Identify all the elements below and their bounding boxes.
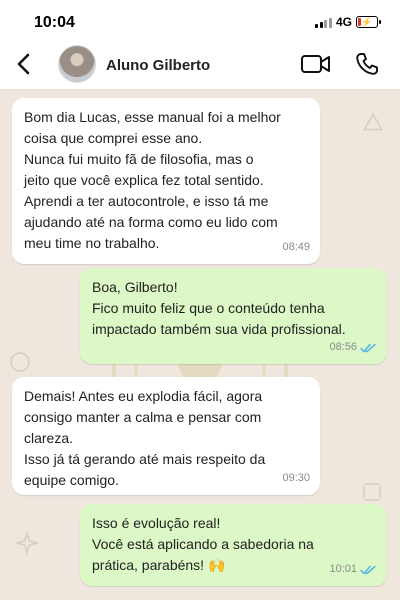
message-line: coisa que comprei esse ano. [24, 130, 203, 146]
message-line: Bom dia Lucas, esse manual foi a melhor [24, 109, 281, 125]
message-time: 09:30 [282, 472, 310, 484]
video-camera-icon[interactable] [300, 51, 332, 77]
message-line: equipe comigo. [24, 472, 119, 488]
message-line: ajudando até na forma como eu lido com [24, 214, 278, 230]
message-bubble-incoming[interactable]: Bom dia Lucas, esse manual foi a melhor … [12, 98, 320, 264]
message-line: meu time no trabalho. [24, 235, 160, 251]
message-line: Isso já tá gerando até mais respeito da [24, 451, 266, 467]
message-line: clareza. [24, 430, 74, 446]
doodle-icon [10, 352, 30, 372]
network-label: 4G [335, 15, 352, 29]
avatar[interactable] [58, 45, 96, 83]
charging-icon: ⚡ [361, 16, 373, 27]
message-line: Nunca fui muito fã de filosofia, mas o [24, 151, 254, 167]
message-line: Boa, Gilberto! [92, 279, 178, 295]
message-bubble-outgoing[interactable]: Boa, Gilberto! Fico muito feliz que o co… [80, 268, 387, 364]
message-meta: 08:49 [282, 237, 310, 258]
message-time: 08:56 [329, 341, 357, 353]
message-bubble-incoming[interactable]: Demais! Antes eu explodia fácil, agora c… [12, 377, 320, 495]
message-line: Aprendi a ter autocontrole, e isso tá me [24, 193, 269, 209]
status-time: 10:04 [34, 14, 75, 31]
doodle-icon [14, 530, 40, 556]
message-line: jeito que você explica fez total sentido… [24, 172, 264, 188]
message-line: Fico muito feliz que o conteúdo tenha [92, 300, 325, 316]
message-line: consigo manter a calma e pensar com [24, 409, 262, 425]
message-time: 08:49 [282, 241, 310, 253]
message-line: Você está aplicando a sabedoria na [92, 536, 314, 552]
status-bar: 10:04 4G ⚡ [0, 0, 400, 40]
message-meta: 09:30 [282, 468, 310, 489]
message-time: 10:01 [329, 563, 357, 575]
message-line: Demais! Antes eu explodia fácil, agora [24, 388, 263, 404]
message-meta: 08:56 [329, 337, 377, 358]
read-receipt-icon [360, 343, 376, 353]
message-line: Isso é evolução real! [92, 515, 221, 531]
signal-icon [315, 17, 332, 28]
message-meta: 10:01 [329, 559, 377, 580]
doodle-icon [362, 112, 384, 131]
chat-header: Aluno Gilberto [0, 40, 400, 90]
message-bubble-outgoing[interactable]: Isso é evolução real! Você está aplicand… [80, 504, 387, 586]
status-indicators: 4G ⚡ [315, 15, 381, 29]
doodle-icon [363, 483, 381, 501]
contact-name[interactable]: Aluno Gilberto [106, 57, 210, 74]
battery-icon: ⚡ [356, 16, 381, 28]
chevron-left-icon[interactable] [10, 50, 38, 78]
phone-icon[interactable] [354, 51, 380, 77]
read-receipt-icon [360, 565, 376, 575]
chat-area[interactable]: Bom dia Lucas, esse manual foi a melhor … [0, 90, 400, 600]
